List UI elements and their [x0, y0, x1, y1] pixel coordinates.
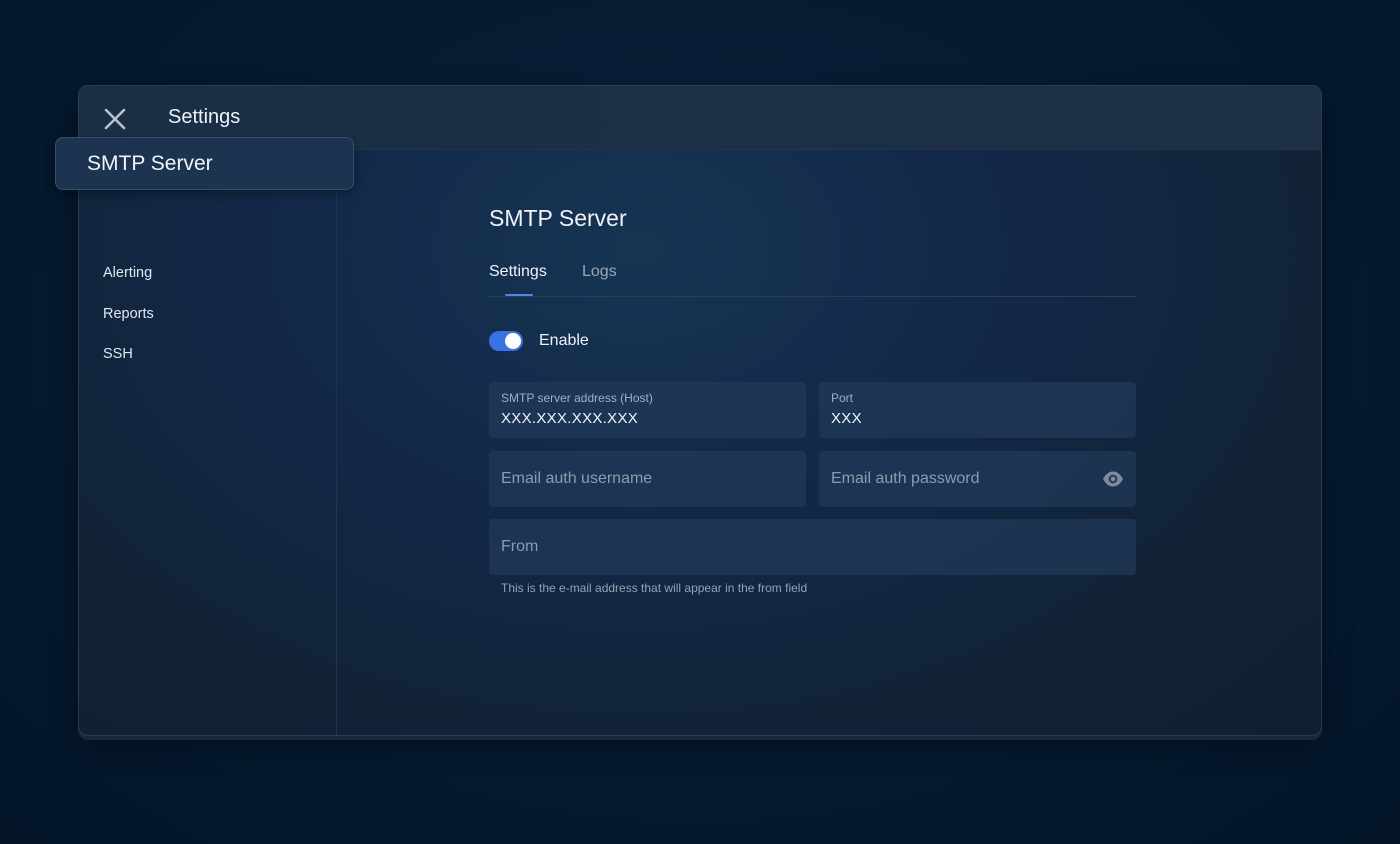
sidebar: Alerting Reports SSH — [79, 150, 337, 735]
page-title: SMTP Server — [489, 205, 627, 231]
toggle-knob — [505, 333, 521, 349]
from-helper-text: This is the e-mail address that will app… — [501, 581, 808, 595]
username-placeholder: Email auth username — [501, 470, 653, 487]
eye-icon[interactable] — [1102, 470, 1124, 488]
port-value: XXX — [831, 410, 862, 427]
port-label: Port — [831, 391, 854, 405]
sidebar-item-smtp-server[interactable]: SMTP Server — [55, 137, 354, 190]
close-icon[interactable] — [101, 105, 129, 133]
port-field[interactable]: Port XXX — [819, 382, 1136, 438]
sidebar-item-ssh[interactable]: SSH — [103, 346, 133, 362]
from-field[interactable]: From — [489, 519, 1136, 575]
tab-bar: Settings Logs — [489, 261, 1136, 297]
sidebar-item-reports[interactable]: Reports — [103, 306, 154, 322]
password-placeholder: Email auth password — [831, 470, 980, 487]
enable-toggle[interactable] — [489, 331, 523, 351]
email-password-field[interactable]: Email auth password — [819, 451, 1136, 507]
main-content: SMTP Server Settings Logs Enable SMTP se… — [489, 86, 1136, 735]
tab-settings[interactable]: Settings — [489, 263, 547, 281]
host-value: XXX.XXX.XXX.XXX — [501, 410, 639, 427]
tab-logs[interactable]: Logs — [582, 263, 617, 281]
host-label: SMTP server address (Host) — [501, 391, 653, 405]
sidebar-item-alerting[interactable]: Alerting — [103, 265, 152, 281]
sidebar-item-label: SMTP Server — [87, 152, 213, 175]
window-title: Settings — [168, 106, 241, 128]
active-tab-indicator — [505, 294, 533, 296]
host-field[interactable]: SMTP server address (Host) XXX.XXX.XXX.X… — [489, 382, 806, 438]
enable-label: Enable — [539, 332, 589, 349]
from-placeholder: From — [501, 538, 539, 555]
email-username-field[interactable]: Email auth username — [489, 451, 806, 507]
